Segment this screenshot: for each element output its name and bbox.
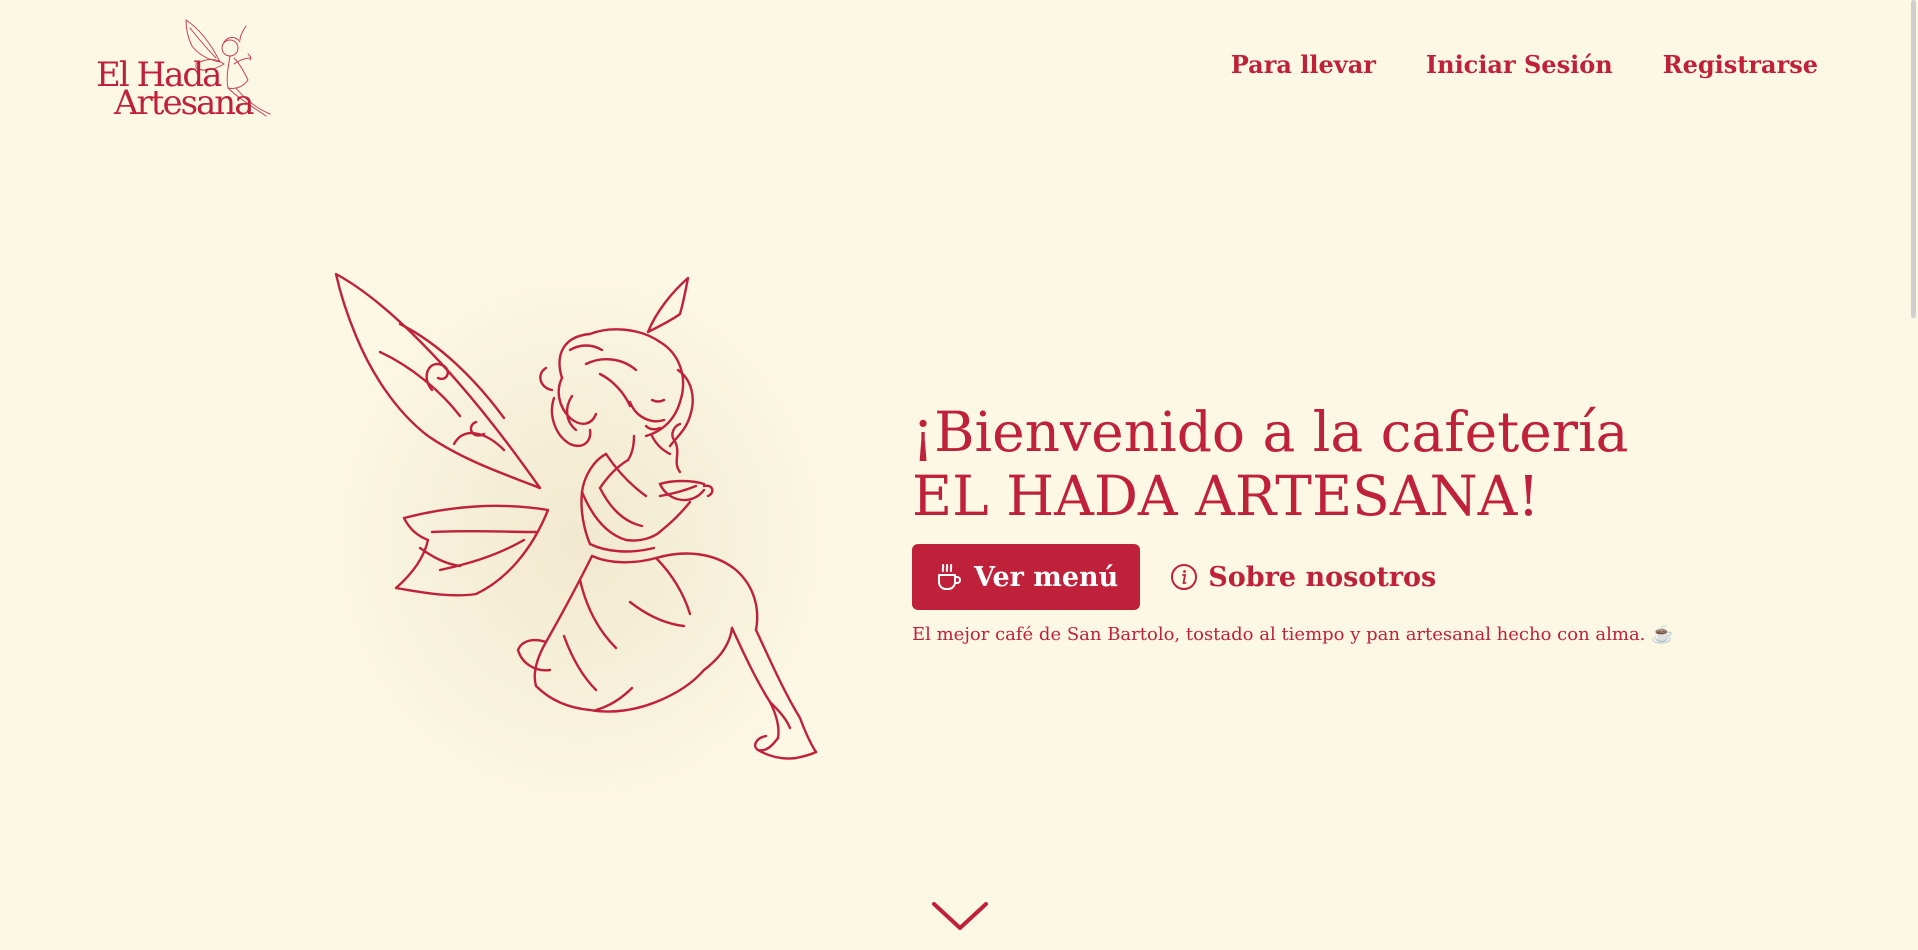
hero-tagline: El mejor café de San Bartolo, tostado al… (912, 624, 1674, 645)
main-nav: Para llevar Iniciar Sesión Registrarse (1231, 50, 1818, 79)
hero-content: ¡Bienvenido a la cafetería EL HADA ARTES… (912, 400, 1792, 645)
nav-link-registrarse[interactable]: Registrarse (1663, 50, 1818, 79)
nav-link-para-llevar[interactable]: Para llevar (1231, 50, 1376, 79)
fairy-illustration-icon (334, 272, 818, 760)
scroll-down-button[interactable] (932, 900, 988, 936)
nav-link-iniciar-sesion[interactable]: Iniciar Sesión (1426, 50, 1613, 79)
hero-title: ¡Bienvenido a la cafetería EL HADA ARTES… (912, 400, 1792, 528)
coffee-cup-icon (938, 564, 961, 590)
hero-title-line-2: EL HADA ARTESANA! (912, 464, 1540, 528)
ver-menu-button[interactable]: Ver menú (912, 544, 1141, 610)
ver-menu-label: Ver menú (974, 561, 1119, 593)
logo-wordmark: El Hada Artesana (96, 58, 254, 123)
sobre-nosotros-label: Sobre nosotros (1208, 561, 1437, 593)
logo-line-2: Artesana (114, 83, 254, 123)
page-scrollbar[interactable] (1911, 0, 1916, 318)
cta-row: Ver menú Sobre nosotros (912, 544, 1792, 610)
sobre-nosotros-button[interactable]: Sobre nosotros (1170, 562, 1436, 593)
hero-illustration (300, 240, 860, 820)
hero-title-line-1: ¡Bienvenido a la cafetería (912, 400, 1629, 464)
page: El Hada Artesana Para llevar Iniciar Ses… (0, 0, 1918, 950)
chevron-down-icon (932, 902, 988, 930)
info-circle-icon (1171, 564, 1198, 590)
logo[interactable]: El Hada Artesana (96, 18, 276, 120)
